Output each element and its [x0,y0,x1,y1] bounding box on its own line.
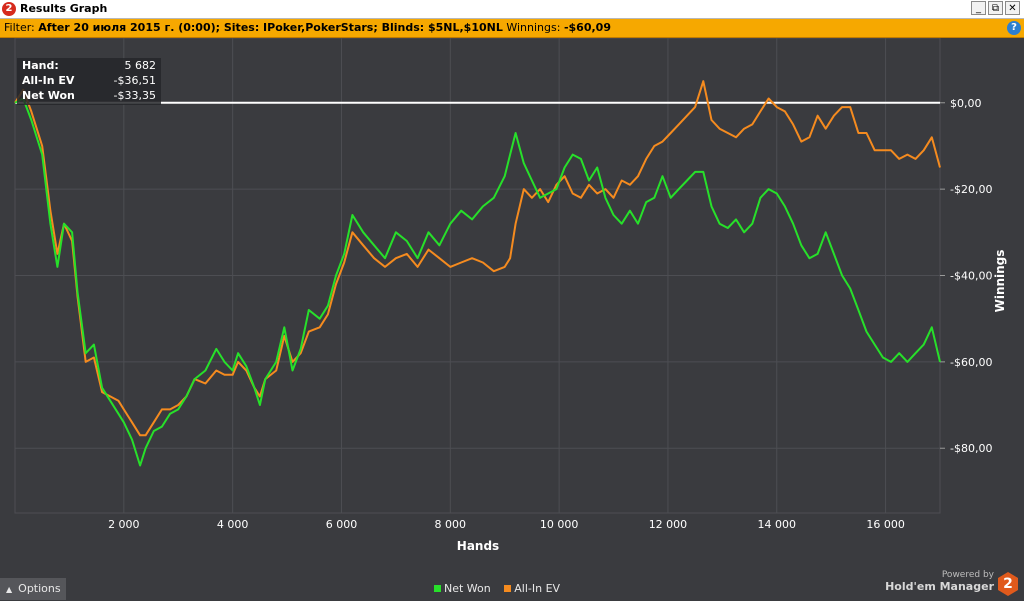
legend-all-in-ev: All-In EV [514,582,561,595]
y-axis-label: Winnings [993,250,1007,313]
x-tick-label: 2 000 [108,518,140,531]
app-logo-icon: 2 [2,2,16,16]
results-chart[interactable]: 2 000 4 000 6 000 8 000 10 000 12 000 14 000 16… [0,38,1024,578]
title-bar: 2 Results Graph _ ⧉ ✕ [0,0,1024,19]
filter-criteria: After 20 июля 2015 г. (0:00); Sites: IPo… [38,21,503,34]
winnings-value: -$60,09 [563,21,611,34]
help-icon[interactable]: ? [1007,21,1021,35]
legend-net-won: Net Won [444,582,491,595]
options-label: Options [18,582,61,595]
x-tick-label: 10 000 [540,518,579,531]
window-title: Results Graph [20,2,108,15]
close-button[interactable]: ✕ [1005,1,1020,15]
x-axis-label: Hands [457,539,499,553]
x-tick-label: 16 000 [866,518,905,531]
x-tick-label: 14 000 [758,518,797,531]
x-tick-label: 12 000 [649,518,688,531]
winnings-label: Winnings: [506,21,561,34]
info-netwon-label: Net Won [22,89,75,102]
powered-by: Powered by Hold'em Manager [885,570,994,592]
chevron-up-icon: ▲ [6,585,13,594]
info-allin-value: -$36,51 [114,74,156,87]
filter-bar: Filter: After 20 июля 2015 г. (0:00); Si… [0,19,1024,38]
y-tick-label: -$60,00 [950,356,992,369]
y-tick-label: -$40,00 [950,270,992,283]
info-allin-label: All-In EV [22,74,75,87]
filter-summary: Filter: After 20 июля 2015 г. (0:00); Si… [4,21,611,34]
chart-canvas[interactable]: 2 000 4 000 6 000 8 000 10 000 12 000 14 000 16… [0,38,1024,578]
series-line-all-in-ev [14,80,941,437]
chart-series [14,80,941,467]
bottom-bar: ▲ Options Net Won All-In EV Powered by Ho… [0,570,1024,600]
info-netwon-value: -$33,35 [114,89,156,102]
chart-legend: Net Won All-In EV [434,582,560,595]
y-tick-label: -$80,00 [950,442,992,455]
x-tick-label: 6 000 [326,518,358,531]
x-tick-label: 4 000 [217,518,249,531]
series-line-net-won [14,97,941,467]
info-hand-label: Hand: [22,59,59,72]
product-name: Hold'em Manager [885,580,994,593]
filter-label: Filter: [4,21,35,34]
info-hand-value: 5 682 [125,59,157,72]
minimize-button[interactable]: _ [971,1,986,15]
legend-swatch-net-won [434,585,441,592]
y-tick-label: $0,00 [950,97,982,110]
restore-button[interactable]: ⧉ [988,1,1003,15]
options-button[interactable]: ▲ Options [0,578,66,600]
y-tick-label: -$20,00 [950,183,992,196]
chart-grid [14,38,941,514]
legend-swatch-all-in-ev [504,585,512,592]
hand-info-box: Hand: 5 682 All-In EV -$36,51 Net Won -$… [17,58,161,105]
x-tick-label: 8 000 [435,518,467,531]
